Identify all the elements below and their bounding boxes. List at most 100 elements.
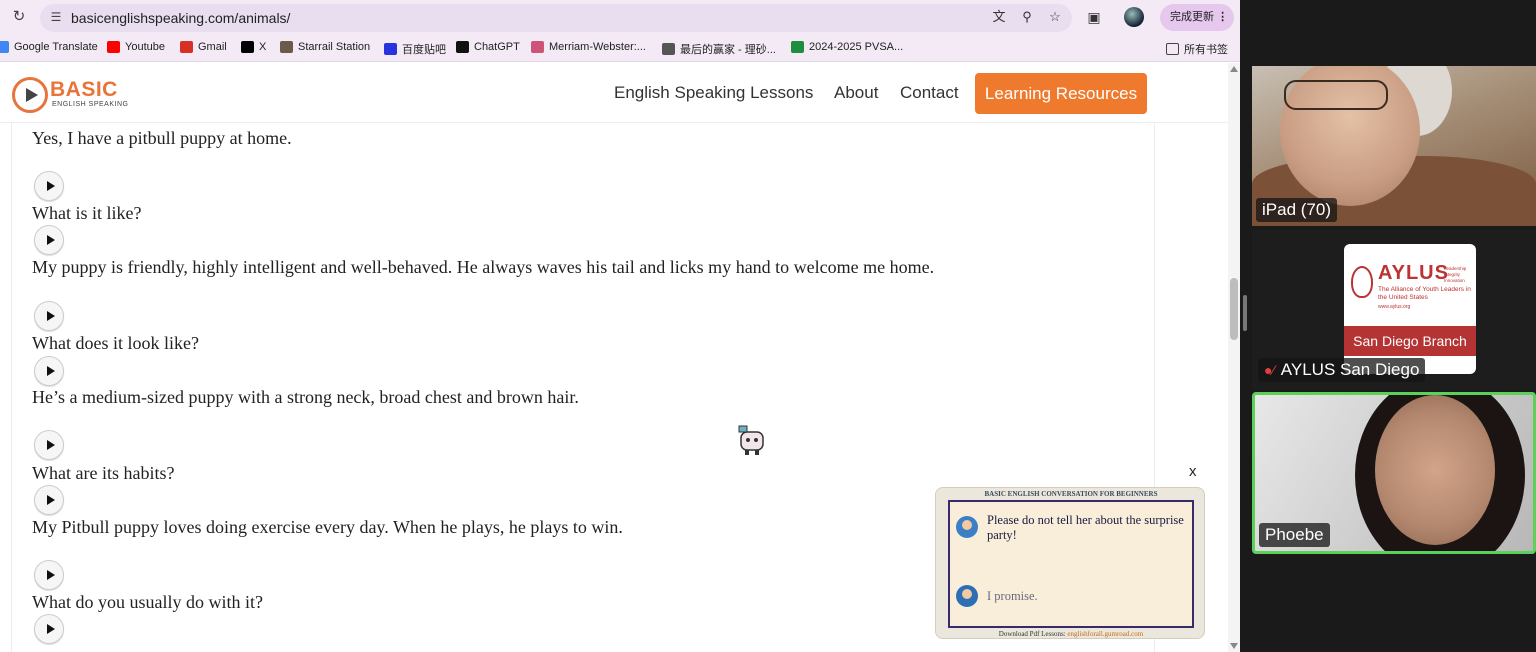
participant-name: AYLUS San Diego bbox=[1280, 360, 1420, 379]
video-tile-phoebe[interactable]: Phoebe bbox=[1252, 392, 1536, 554]
lesson-line: He’s a medium-sized puppy with a strong … bbox=[32, 387, 579, 407]
bookmark-label: 2024-2025 PVSA... bbox=[809, 41, 904, 53]
participant-name: iPad (70) bbox=[1256, 198, 1337, 222]
translate-icon bbox=[0, 41, 9, 53]
omnibox[interactable]: ☰ basicenglishspeaking.com/animals/ 文 ⚲ … bbox=[40, 4, 1072, 32]
play-audio-button[interactable] bbox=[34, 614, 64, 644]
scroll-up-icon[interactable] bbox=[1230, 66, 1238, 72]
bookmark-item[interactable]: Google Translate bbox=[0, 41, 98, 53]
nav-about[interactable]: About bbox=[834, 83, 878, 103]
site-icon bbox=[662, 43, 675, 55]
logo-text[interactable]: BASIC bbox=[50, 78, 118, 102]
panel-resize-handle[interactable] bbox=[1240, 295, 1250, 331]
scroll-down-icon[interactable] bbox=[1230, 643, 1238, 649]
close-ad-icon[interactable]: x bbox=[1189, 463, 1197, 480]
ad-header: BASIC ENGLISH CONVERSATION FOR BEGINNERS bbox=[984, 490, 1158, 498]
lesson-ad-card[interactable]: BASIC ENGLISH CONVERSATION FOR BEGINNERS… bbox=[935, 487, 1205, 639]
starrail-icon bbox=[280, 41, 293, 53]
bookmark-item[interactable]: Merriam-Webster:... bbox=[531, 41, 646, 53]
video-tile-ipad[interactable]: iPad (70) bbox=[1252, 66, 1536, 226]
aylus-name: AYLUS bbox=[1378, 262, 1449, 284]
nav-english-speaking-lessons[interactable]: English Speaking Lessons bbox=[614, 83, 813, 103]
participant-video bbox=[1284, 80, 1388, 110]
speaker-b-avatar bbox=[956, 585, 978, 607]
reload-icon[interactable]: ↻ bbox=[10, 8, 28, 26]
bookmark-label: X bbox=[259, 41, 267, 53]
participant-video bbox=[1375, 395, 1495, 545]
site-settings-icon[interactable]: ☰ bbox=[48, 9, 64, 25]
zoom-icon[interactable]: ⚲ bbox=[1018, 8, 1036, 26]
lesson-line: My puppy is friendly, highly intelligent… bbox=[32, 257, 935, 277]
speaker-a-avatar bbox=[956, 516, 978, 538]
extensions-icon[interactable]: ▣ bbox=[1084, 7, 1104, 27]
bookmark-label: 最后的赢家 - 理砂... bbox=[680, 44, 776, 56]
bookmarks-bar: Google Translate Youtube Gmail X Starrail St… bbox=[0, 36, 1240, 62]
bookmark-label: Merriam-Webster:... bbox=[549, 41, 646, 53]
aylus-url: www.aylus.org bbox=[1378, 304, 1411, 310]
profile-icon[interactable] bbox=[1124, 7, 1144, 27]
mic-muted-icon: ●⁄ bbox=[1264, 362, 1275, 378]
bookmark-item[interactable]: Gmail bbox=[180, 41, 227, 53]
bookmark-item[interactable]: Starrail Station bbox=[280, 41, 370, 53]
aylus-tagline: The Alliance of Youth Leaders in the Uni… bbox=[1378, 286, 1471, 301]
lesson-line: My Pitbull puppy loves doing exercise ev… bbox=[32, 517, 623, 537]
logo-subtitle: ENGLISH SPEAKING bbox=[52, 101, 129, 108]
bookmark-item[interactable]: X bbox=[241, 41, 266, 53]
bookmark-label: Google Translate bbox=[14, 41, 98, 53]
ad-footer: Download Pdf Lessons: englishforall.gumr… bbox=[936, 630, 1206, 638]
participant-name: Phoebe bbox=[1259, 523, 1330, 547]
screen: ↻ ☰ basicenglishspeaking.com/animals/ 文 … bbox=[0, 0, 1536, 652]
bookmark-item[interactable]: 最后的赢家 - 理砂... bbox=[662, 41, 776, 57]
learning-resources-button[interactable]: Learning Resources bbox=[975, 73, 1147, 114]
nav-contact[interactable]: Contact bbox=[900, 83, 959, 103]
all-bookmarks[interactable]: 所有书签 bbox=[1166, 41, 1228, 57]
participant-name-label: ●⁄ AYLUS San Diego bbox=[1258, 358, 1426, 382]
x-icon bbox=[241, 41, 254, 53]
scroll-thumb[interactable] bbox=[1230, 278, 1238, 340]
site-header: BASIC ENGLISH SPEAKING English Speaking … bbox=[0, 63, 1228, 123]
play-audio-button[interactable] bbox=[34, 430, 64, 460]
lesson-line: Yes, I have a pitbull puppy at home. bbox=[32, 128, 292, 148]
bookmark-label: Starrail Station bbox=[298, 41, 371, 53]
lesson-line: What is it like? bbox=[32, 203, 142, 223]
play-logo-icon[interactable] bbox=[12, 77, 48, 113]
play-audio-button[interactable] bbox=[34, 485, 64, 515]
video-tile-aylus[interactable]: AYLUS Leadership Integrity Innovation Th… bbox=[1252, 230, 1536, 390]
more-vert-icon: ⋮ bbox=[1217, 11, 1229, 23]
url-text[interactable]: basicenglishspeaking.com/animals/ bbox=[71, 10, 290, 26]
bookmark-label: ChatGPT bbox=[474, 41, 520, 53]
baidu-icon bbox=[384, 43, 397, 55]
chatgpt-icon bbox=[456, 41, 469, 53]
play-audio-button[interactable] bbox=[34, 560, 64, 590]
page-scrollbar[interactable] bbox=[1228, 63, 1240, 652]
lesson-line: What does it look like? bbox=[32, 333, 199, 353]
lesson-line: What are its habits? bbox=[32, 463, 175, 483]
mw-icon bbox=[531, 41, 544, 53]
bookmark-item[interactable]: Youtube bbox=[107, 41, 165, 53]
play-audio-button[interactable] bbox=[34, 356, 64, 386]
update-button[interactable]: 完成更新 ⋮ bbox=[1160, 4, 1234, 31]
aylus-values: Leadership Integrity Innovation bbox=[1444, 266, 1467, 283]
ad-line-2: I promise. bbox=[987, 589, 1038, 603]
bookmark-item[interactable]: 百度贴吧 bbox=[384, 41, 446, 57]
ad-footer-link[interactable]: englishforall.gumroad.com bbox=[1067, 630, 1143, 638]
bookmark-label: Gmail bbox=[198, 41, 227, 53]
all-bookmarks-label: 所有书签 bbox=[1184, 44, 1228, 56]
play-audio-button[interactable] bbox=[34, 171, 64, 201]
pet-sprite-icon[interactable] bbox=[737, 424, 767, 456]
lesson-line: What do you usually do with it? bbox=[32, 592, 263, 612]
torch-icon bbox=[1351, 266, 1373, 298]
bookmark-label: 百度贴吧 bbox=[402, 44, 446, 56]
bookmark-item[interactable]: ChatGPT bbox=[456, 41, 520, 53]
folder-icon bbox=[1166, 43, 1179, 55]
translate-icon[interactable]: 文 bbox=[990, 8, 1008, 26]
bookmark-item[interactable]: 2024-2025 PVSA... bbox=[791, 41, 903, 53]
browser-window: ↻ ☰ basicenglishspeaking.com/animals/ 文 … bbox=[0, 0, 1240, 652]
play-audio-button[interactable] bbox=[34, 225, 64, 255]
bookmark-label: Youtube bbox=[125, 41, 165, 53]
address-bar-row: ↻ ☰ basicenglishspeaking.com/animals/ 文 … bbox=[0, 0, 1240, 36]
play-audio-button[interactable] bbox=[34, 301, 64, 331]
bookmark-star-icon[interactable]: ☆ bbox=[1046, 8, 1064, 26]
aylus-logo: AYLUS Leadership Integrity Innovation Th… bbox=[1344, 244, 1476, 374]
ad-line-1: Please do not tell her about the surpris… bbox=[987, 513, 1184, 542]
